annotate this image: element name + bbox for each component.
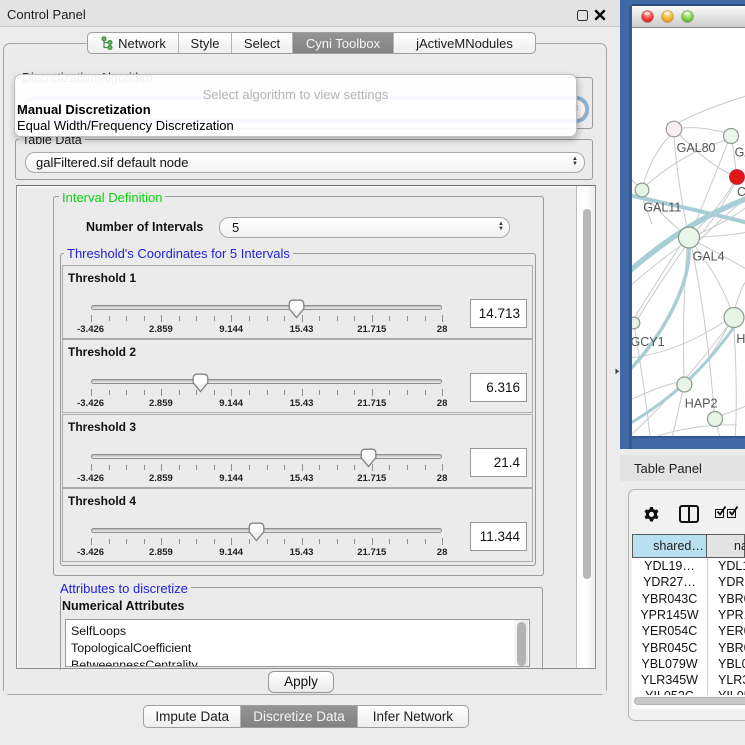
- svg-text:H: H: [736, 332, 745, 346]
- svg-text:GAL80: GAL80: [677, 141, 716, 155]
- svg-text:GAL4: GAL4: [693, 250, 725, 264]
- svg-text:GA: GA: [735, 146, 745, 160]
- svg-text:GAL11: GAL11: [643, 200, 681, 214]
- svg-text:HAP2: HAP2: [685, 397, 718, 411]
- svg-text:GCY1: GCY1: [632, 335, 665, 349]
- svg-text:C: C: [737, 185, 745, 199]
